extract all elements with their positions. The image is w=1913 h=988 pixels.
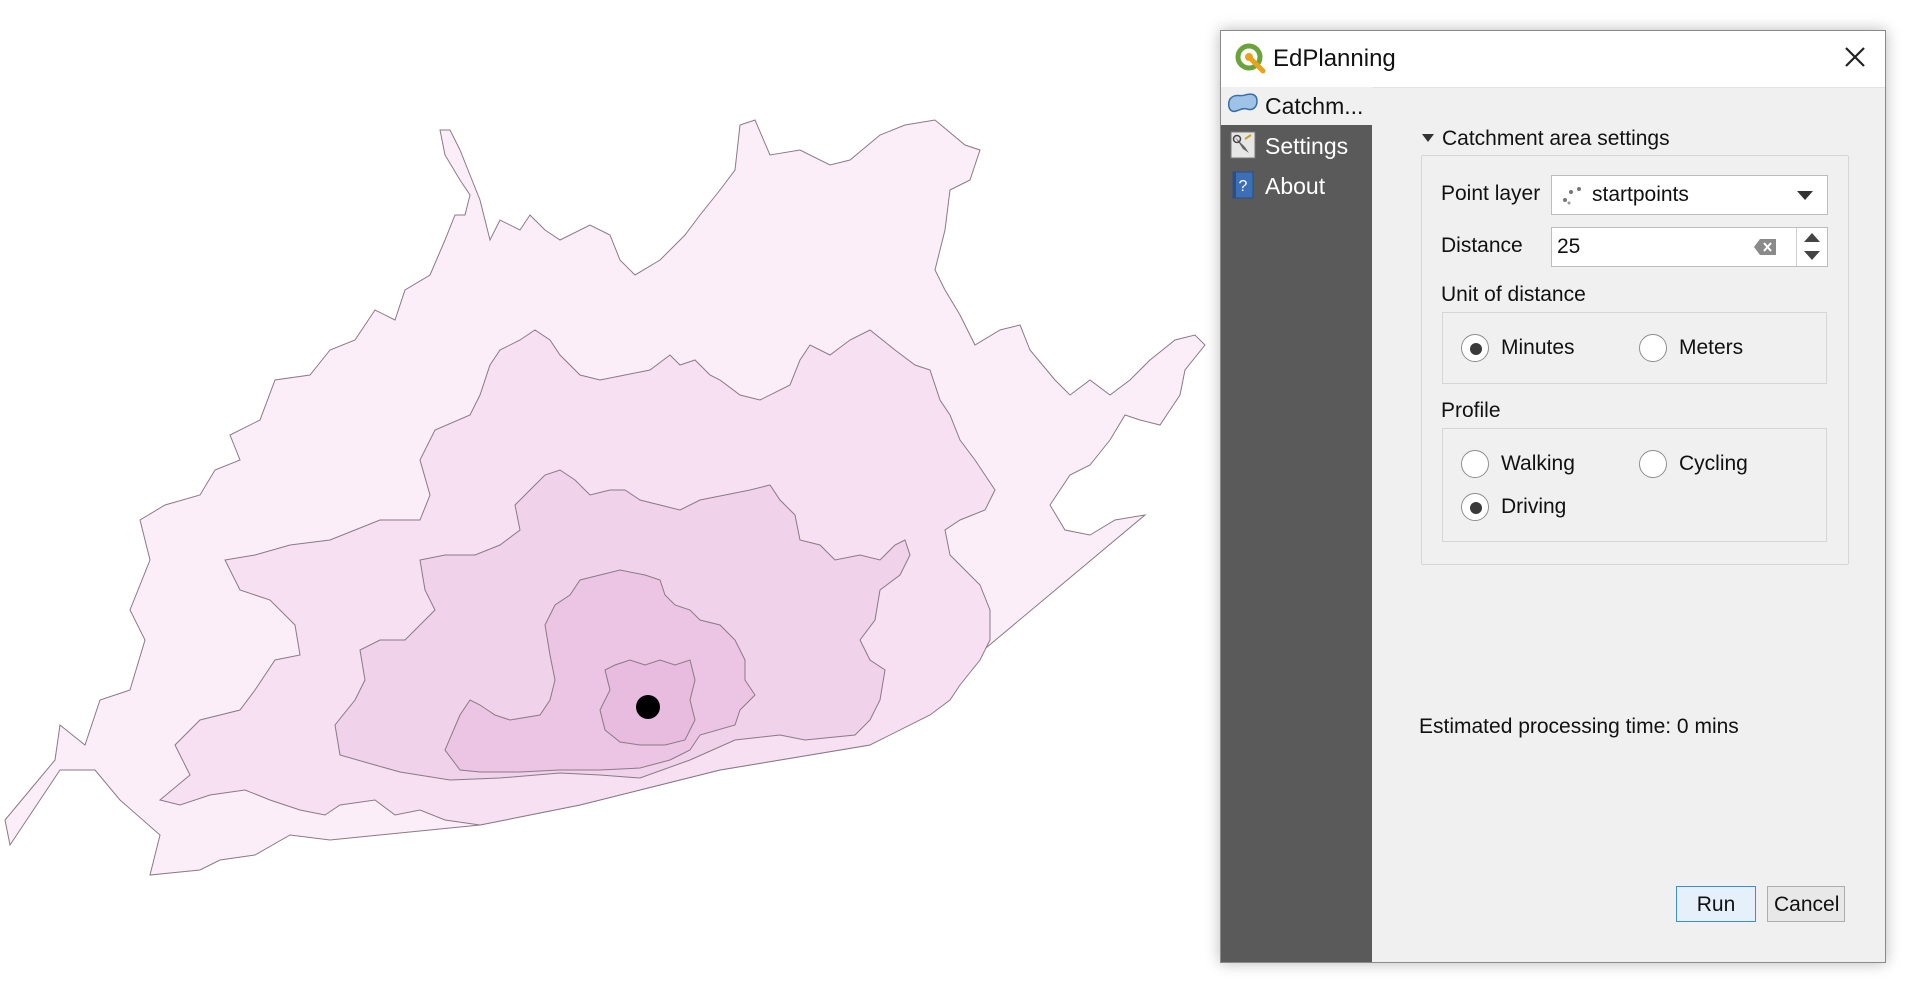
catchment-settings-header[interactable]: Catchment area settings [1420,127,1676,155]
cancel-button[interactable]: Cancel [1767,886,1845,922]
radio-circle [1461,334,1489,362]
sidebar: Catchm... Settings ? About [1221,87,1372,962]
dialog-title: EdPlanning [1273,45,1396,72]
edplanning-dialog: EdPlanning Catchm... Settings ? About Ca… [1220,30,1886,963]
settings-icon [1230,131,1256,159]
sidebar-item-settings[interactable]: Settings [1221,127,1372,165]
sidebar-item-label: Catchm... [1265,93,1364,119]
map-canvas[interactable] [0,0,1213,988]
distance-value: 25 [1557,235,1581,258]
radio-label: Walking [1501,452,1575,475]
point-layer-value: startpoints [1592,183,1689,206]
sidebar-item-about[interactable]: ? About [1221,167,1372,205]
profile-radio-box [1442,428,1827,542]
distance-spinbox[interactable]: 25 [1551,227,1828,267]
radio-label: Driving [1501,495,1567,518]
spin-up-icon[interactable] [1804,233,1820,242]
qgis-logo-icon [1235,43,1266,74]
clear-icon[interactable] [1752,236,1778,258]
unit-of-distance-label: Unit of distance [1441,283,1586,306]
start-point-marker[interactable] [636,695,660,719]
close-icon[interactable] [1841,43,1869,71]
group-title: Catchment area settings [1442,127,1670,150]
profile-label: Profile [1441,399,1501,422]
sidebar-item-label: About [1265,173,1326,199]
radio-dot [1470,343,1482,355]
sidebar-item-label: Settings [1265,133,1349,159]
radio-circle [1461,450,1489,478]
radio-dot [1470,502,1482,514]
sidebar-item-catchment[interactable]: Catchm... [1221,87,1372,125]
catchment-icon [1227,93,1258,113]
run-button[interactable]: Run [1676,886,1756,922]
point-layer-icon [1563,187,1581,205]
point-layer-label: Point layer [1441,182,1541,205]
radio-circle [1461,493,1489,521]
radio-label: Minutes [1501,336,1575,359]
svg-text:?: ? [1239,178,1248,195]
spin-down-icon[interactable] [1804,251,1820,260]
help-icon: ? [1232,171,1254,199]
collapse-triangle-icon [1422,133,1434,142]
distance-label: Distance [1441,234,1523,257]
chevron-down-icon [1797,191,1813,200]
unit-radio-box [1442,312,1827,384]
radio-circle [1639,450,1667,478]
estimated-processing-time: Estimated processing time: 0 mins [1419,715,1739,738]
radio-label: Cycling [1679,452,1748,475]
radio-circle [1639,334,1667,362]
spin-buttons [1796,228,1827,266]
dialog-titlebar: EdPlanning [1221,31,1885,88]
point-layer-combo[interactable]: startpoints [1551,175,1828,215]
radio-label: Meters [1679,336,1744,359]
